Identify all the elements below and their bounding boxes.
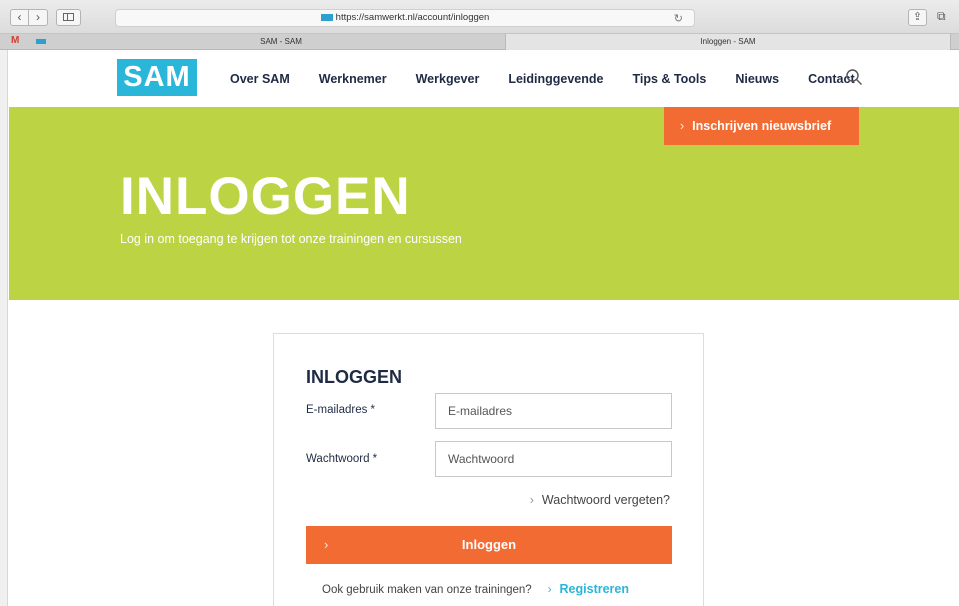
forgot-password-label: Wachtwoord vergeten? (541, 493, 670, 507)
newsletter-label: Inschrijven nieuwsbrief (692, 119, 832, 133)
share-icon[interactable]: ⇪ (908, 9, 927, 26)
tab-overview-icon[interactable]: ⧉ (937, 9, 946, 24)
reload-icon[interactable]: ↻ (674, 11, 683, 27)
chevron-right-icon: › (529, 493, 534, 507)
search-icon[interactable] (845, 68, 863, 86)
page-title: INLOGGEN (120, 167, 411, 226)
tab-sam-home[interactable]: SAM - SAM (58, 34, 504, 50)
login-submit-label: Inloggen (461, 537, 517, 552)
gmail-pinned-tab-icon[interactable]: M (11, 35, 19, 46)
email-field[interactable] (435, 393, 672, 429)
sam-logo[interactable]: SAM (117, 59, 197, 96)
nav-tips-tools[interactable]: Tips & Tools (632, 72, 706, 86)
register-link[interactable]: Registreren (560, 582, 629, 596)
browser-toolbar: ‹ › https://samwerkt.nl/account/inloggen… (0, 0, 959, 34)
chevron-right-icon: › (547, 584, 552, 596)
site-header: SAM Over SAM Werknemer Werkgever Leiding… (9, 51, 959, 107)
sidebar-toggle-button[interactable] (56, 9, 81, 26)
window-edge (0, 50, 8, 606)
forgot-password-link[interactable]: › Wachtwoord vergeten? (530, 493, 670, 507)
chevron-right-icon: › (324, 537, 329, 552)
site-favicon-icon (320, 13, 333, 21)
nav-nieuws[interactable]: Nieuws (735, 72, 779, 86)
nav-over-sam[interactable]: Over SAM (230, 72, 290, 86)
nav-werkgever[interactable]: Werkgever (416, 72, 480, 86)
sam-pinned-tab-icon[interactable] (36, 39, 46, 44)
login-submit-button[interactable]: › Inloggen (306, 526, 672, 564)
tab-inloggen[interactable]: Inloggen - SAM (505, 34, 951, 50)
address-bar[interactable]: https://samwerkt.nl/account/inloggen ↻ (115, 9, 695, 27)
nav-werknemer[interactable]: Werknemer (319, 72, 387, 86)
email-label: E-mailadres * (306, 404, 376, 416)
login-title: INLOGGEN (306, 367, 403, 387)
chevron-right-icon: › (680, 119, 685, 133)
sidebar-icon (63, 13, 74, 21)
register-row: Ook gebruik maken van onze trainingen? › R… (322, 582, 629, 596)
back-button[interactable]: ‹ (10, 9, 29, 26)
newsletter-signup-button[interactable]: › Inschrijven nieuwsbrief (664, 107, 859, 145)
navigation-buttons: ‹ › (10, 9, 81, 26)
tab-strip: M SAM - SAM Inloggen - SAM (0, 34, 959, 50)
hero-banner: › Inschrijven nieuwsbrief INLOGGEN Log in… (9, 107, 959, 300)
address-url: https://samwerkt.nl/account/inloggen (335, 12, 490, 23)
main-navigation: Over SAM Werknemer Werkgever Leidinggeve… (230, 72, 884, 86)
forward-button[interactable]: › (29, 9, 48, 26)
password-field[interactable] (435, 441, 672, 477)
nav-leidinggevende[interactable]: Leidinggevende (508, 72, 603, 86)
page-subtitle: Log in om toegang te krijgen tot onze tr… (120, 232, 462, 246)
login-card: INLOGGEN E-mailadres * Wachtwoord * › Wac… (273, 333, 704, 606)
password-label: Wachtwoord * (306, 453, 378, 465)
register-prompt: Ook gebruik maken van onze trainingen? (322, 584, 532, 596)
